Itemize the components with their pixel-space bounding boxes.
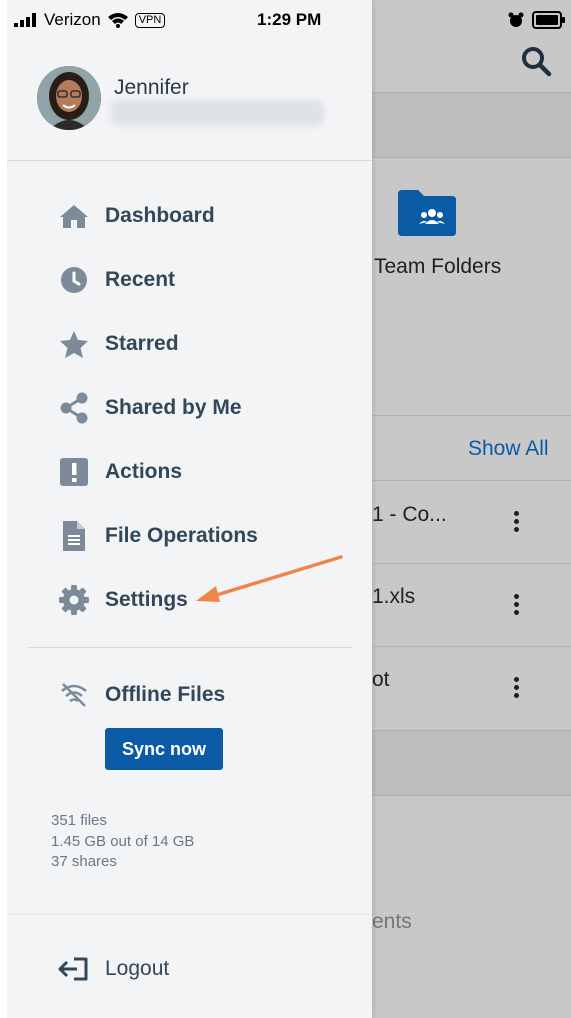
- status-time: 1:29 PM: [257, 10, 322, 29]
- menu-item-label: Actions: [105, 460, 183, 483]
- section-band: [372, 730, 571, 796]
- avatar[interactable]: [37, 66, 101, 130]
- more-options-icon[interactable]: [514, 677, 520, 701]
- section-text: ents: [372, 910, 412, 933]
- menu-item-label: Shared by Me: [105, 396, 242, 419]
- menu-item-starred[interactable]: Starred: [57, 326, 179, 362]
- wifi-off-icon: [57, 678, 91, 712]
- menu-item-label: Recent: [105, 268, 176, 291]
- exclamation-icon: [57, 455, 91, 489]
- menu-item-file-operations[interactable]: File Operations: [57, 518, 258, 554]
- divider: [28, 647, 352, 648]
- divider: [372, 563, 571, 564]
- status-bar: Verizon VPN 1:29 PM: [0, 0, 571, 40]
- more-options-icon[interactable]: [514, 594, 520, 618]
- file-name[interactable]: 1.xls: [372, 585, 415, 609]
- file-name[interactable]: ot: [372, 668, 390, 692]
- carrier-info: Verizon VPN: [14, 10, 166, 30]
- share-icon: [57, 391, 91, 425]
- file-icon: [57, 519, 91, 553]
- signal-icon: [14, 13, 36, 27]
- team-folder-icon[interactable]: [396, 188, 458, 238]
- files-count: 351 files: [51, 812, 107, 829]
- logout-label: Logout: [105, 957, 170, 980]
- storage-usage: 1.45 GB out of 14 GB: [51, 832, 195, 850]
- shares-count: 37 shares: [51, 853, 117, 870]
- menu-item-label: Starred: [105, 332, 179, 355]
- divider: [372, 646, 571, 647]
- user-name: Jennifer: [114, 76, 189, 99]
- divider: [7, 914, 372, 915]
- team-folders-label[interactable]: Team Folders: [374, 255, 501, 279]
- alarm-icon: [508, 12, 524, 27]
- menu-item-label: File Operations: [105, 524, 258, 547]
- wifi-icon: [107, 13, 128, 28]
- menu-item-actions[interactable]: Actions: [57, 454, 182, 490]
- logout-icon: [57, 952, 91, 986]
- battery-icon: [532, 11, 565, 29]
- show-all-link[interactable]: Show All: [468, 437, 549, 461]
- menu-item-offline-files[interactable]: Offline Files: [57, 677, 225, 713]
- menu-item-label: Settings: [105, 588, 188, 611]
- divider: [372, 480, 571, 481]
- menu-item-recent[interactable]: Recent: [57, 262, 175, 298]
- menu-item-label: Dashboard: [105, 204, 215, 227]
- sync-now-button[interactable]: Sync now: [105, 728, 223, 770]
- home-icon: [57, 199, 91, 233]
- underlying-screen: Team Folders Show All 1 - Co... 1.xls ot…: [372, 0, 571, 1018]
- redacted-email: [110, 100, 325, 126]
- file-name[interactable]: 1 - Co...: [372, 503, 447, 527]
- menu-item-dashboard[interactable]: Dashboard: [57, 198, 215, 234]
- more-options-icon[interactable]: [514, 511, 520, 535]
- menu-item-label: Offline Files: [105, 683, 226, 706]
- clock-icon: [57, 263, 91, 297]
- storage-stats: 351 files 1.45 GB out of 14 GB 37 shares: [51, 811, 194, 873]
- menu-item-shared-by-me[interactable]: Shared by Me: [57, 390, 242, 426]
- star-icon: [57, 327, 91, 361]
- gear-icon: [57, 583, 91, 617]
- header-band: [372, 92, 571, 158]
- navigation-drawer: Dashboard Recent Starred Shared by Me Ac…: [0, 0, 372, 1018]
- menu-item-settings[interactable]: Settings: [57, 582, 188, 618]
- carrier-name: Verizon: [44, 10, 101, 29]
- vpn-badge: VPN: [134, 12, 166, 28]
- search-icon[interactable]: [520, 45, 554, 79]
- logout-button[interactable]: Logout: [57, 951, 169, 987]
- divider: [7, 160, 372, 161]
- divider: [372, 415, 571, 416]
